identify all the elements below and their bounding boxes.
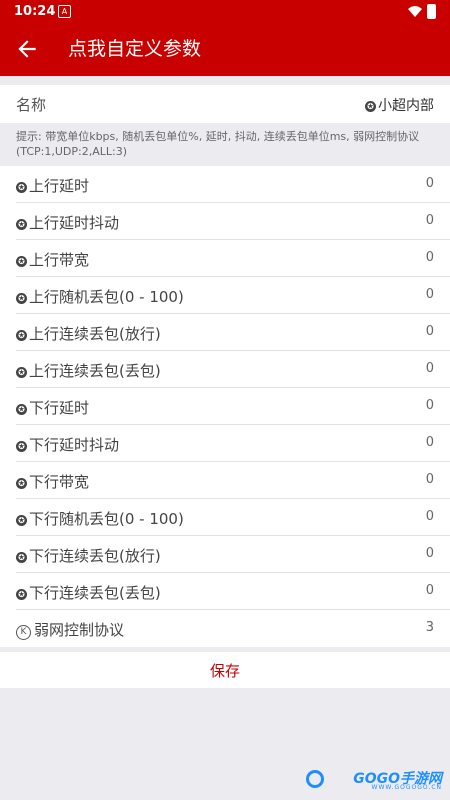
- param-label-text: 上行延时抖动: [29, 214, 120, 232]
- status-time: 10:24: [14, 4, 56, 19]
- star-icon: ✪: [365, 101, 376, 112]
- star-icon: ✪: [16, 293, 27, 304]
- protocol-label-text: 弱网控制协议: [34, 621, 125, 639]
- param-row[interactable]: ✪ 上行带宽 0: [0, 240, 450, 277]
- param-value[interactable]: 0: [426, 176, 434, 191]
- param-row[interactable]: ✪ 下行延时抖动 0: [0, 425, 450, 462]
- param-label-text: 下行连续丢包(放行): [29, 547, 161, 565]
- page-title: 点我自定义参数: [68, 38, 202, 60]
- param-label: ✪ 上行随机丢包(0 - 100): [16, 286, 184, 307]
- param-label: ✪ 下行延时: [16, 397, 89, 418]
- param-value[interactable]: 0: [426, 583, 434, 598]
- param-label: ✪ 上行连续丢包(丢包): [16, 360, 161, 381]
- name-value-text: 小超内部: [378, 98, 434, 114]
- param-row[interactable]: ✪ 上行随机丢包(0 - 100) 0: [0, 277, 450, 314]
- param-label: ✪ 下行随机丢包(0 - 100): [16, 508, 184, 529]
- param-value[interactable]: 0: [426, 361, 434, 376]
- param-label: ✪ 下行带宽: [16, 471, 89, 492]
- wifi-icon: [408, 6, 422, 17]
- param-value[interactable]: 0: [426, 213, 434, 228]
- star-icon: ✪: [16, 552, 27, 563]
- param-row[interactable]: ✪ 下行延时 0: [0, 388, 450, 425]
- param-label: ✪ 上行延时抖动: [16, 212, 119, 233]
- param-label-text: 下行延时抖动: [29, 436, 120, 454]
- watermark: GOGO手游网 WWW.GOGOGO.CN: [292, 768, 442, 791]
- param-label: ✪ 下行连续丢包(丢包): [16, 582, 161, 603]
- back-arrow-icon[interactable]: [14, 36, 40, 62]
- status-bar: 10:24 A: [0, 0, 450, 24]
- param-label-text: 下行随机丢包(0 - 100): [29, 510, 184, 528]
- star-icon: ✪: [16, 256, 27, 267]
- param-label-text: 上行连续丢包(放行): [29, 325, 161, 343]
- param-value[interactable]: 0: [426, 324, 434, 339]
- app-bar: 点我自定义参数: [0, 24, 450, 76]
- param-label: ✪ 上行带宽: [16, 249, 89, 270]
- param-row[interactable]: ✪ 下行连续丢包(丢包) 0: [0, 573, 450, 610]
- param-row[interactable]: ✪ 上行延时 0: [0, 166, 450, 203]
- params-list: ✪ 上行延时 0 ✪ 上行延时抖动 0 ✪ 上行带宽 0 ✪ 上行随机丢包(0 - 100) 0 ✪ 上行…: [0, 166, 450, 647]
- protocol-label: K 弱网控制协议: [16, 619, 124, 640]
- param-label: ✪ 下行延时抖动: [16, 434, 119, 455]
- param-label: ✪ 上行连续丢包(放行): [16, 323, 161, 344]
- param-row[interactable]: ✪ 下行随机丢包(0 - 100) 0: [0, 499, 450, 536]
- param-row[interactable]: ✪ 上行延时抖动 0: [0, 203, 450, 240]
- protocol-value[interactable]: 3: [426, 620, 434, 635]
- star-icon: ✪: [16, 478, 27, 489]
- hint-text: 提示: 带宽单位kbps, 随机丢包单位%, 延时, 抖动, 连续丢包单位ms,…: [16, 130, 420, 158]
- param-value[interactable]: 0: [426, 546, 434, 561]
- param-label: ✪ 下行连续丢包(放行): [16, 545, 161, 566]
- protocol-row[interactable]: K 弱网控制协议 3: [0, 610, 450, 647]
- star-icon: ✪: [16, 404, 27, 415]
- star-icon: ✪: [16, 441, 27, 452]
- param-label-text: 上行延时: [29, 177, 90, 195]
- param-label-text: 上行连续丢包(丢包): [29, 362, 161, 380]
- param-label: ✪ 上行延时: [16, 175, 89, 196]
- notification-icon: A: [58, 5, 71, 18]
- name-row[interactable]: 名称 ✪ 小超内部: [0, 85, 450, 123]
- param-label-text: 下行延时: [29, 399, 90, 417]
- param-value[interactable]: 0: [426, 398, 434, 413]
- gogo-logo-icon: [306, 770, 324, 788]
- param-value[interactable]: 0: [426, 287, 434, 302]
- param-label-text: 下行带宽: [29, 473, 90, 491]
- param-row[interactable]: ✪ 下行连续丢包(放行) 0: [0, 536, 450, 573]
- param-row[interactable]: ✪ 下行带宽 0: [0, 462, 450, 499]
- save-button[interactable]: 保存: [0, 652, 450, 688]
- star-icon: ✪: [16, 367, 27, 378]
- param-row[interactable]: ✪ 上行连续丢包(丢包) 0: [0, 351, 450, 388]
- param-label-text: 上行带宽: [29, 251, 90, 269]
- star-icon: ✪: [16, 330, 27, 341]
- save-row: 保存: [0, 652, 450, 688]
- name-value[interactable]: ✪ 小超内部: [365, 95, 434, 115]
- param-label-text: 上行随机丢包(0 - 100): [29, 288, 184, 306]
- k-circle-icon: K: [16, 625, 31, 640]
- battery-icon: [427, 4, 436, 19]
- star-icon: ✪: [16, 515, 27, 526]
- star-icon: ✪: [16, 589, 27, 600]
- param-value[interactable]: 0: [426, 435, 434, 450]
- name-label: 名称: [16, 96, 47, 114]
- star-icon: ✪: [16, 182, 27, 193]
- param-value[interactable]: 0: [426, 250, 434, 265]
- param-row[interactable]: ✪ 上行连续丢包(放行) 0: [0, 314, 450, 351]
- param-value[interactable]: 0: [426, 509, 434, 524]
- param-label-text: 下行连续丢包(丢包): [29, 584, 161, 602]
- watermark-sub: WWW.GOGOGO.CN: [371, 784, 442, 791]
- param-value[interactable]: 0: [426, 472, 434, 487]
- star-icon: ✪: [16, 219, 27, 230]
